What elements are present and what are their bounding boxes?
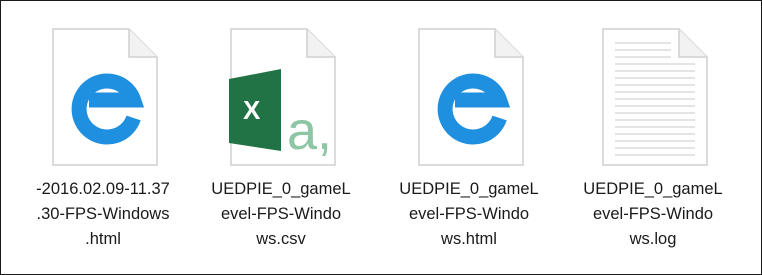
file-name-line: evel-FPS-Windo	[592, 205, 714, 223]
file-name-line: evel-FPS-Windo	[408, 205, 530, 223]
file-explorer-view: -2016.02.09-11.37 .30-FPS-Windows .html …	[0, 0, 762, 275]
file-name: UEDPIE_0_gameL evel-FPS-Windo ws.csv	[201, 177, 361, 252]
edge-html-file-icon	[418, 28, 524, 166]
text-log-file-icon	[602, 28, 708, 166]
file-name: UEDPIE_0_gameL evel-FPS-Windo ws.log	[573, 177, 733, 252]
file-name-line: ws.log	[629, 230, 677, 248]
file-name-line: UEDPIE_0_gameL	[399, 180, 539, 198]
file-name-line: ws.csv	[256, 230, 306, 248]
file-name-line: -2016.02.09-11.37	[36, 180, 170, 198]
svg-text:a,: a,	[287, 101, 332, 161]
file-item-html-2[interactable]: UEDPIE_0_gameL evel-FPS-Windo ws.html	[389, 1, 549, 274]
file-name-line: UEDPIE_0_gameL	[583, 180, 723, 198]
file-name-line: .html	[85, 230, 121, 248]
file-name: -2016.02.09-11.37 .30-FPS-Windows .html	[23, 177, 183, 252]
file-name-line: UEDPIE_0_gameL	[211, 180, 351, 198]
svg-text:X: X	[243, 95, 261, 125]
excel-csv-file-icon: X a,	[229, 28, 336, 166]
file-item-html-1[interactable]: -2016.02.09-11.37 .30-FPS-Windows .html	[23, 1, 183, 274]
file-name-line: evel-FPS-Windo	[220, 205, 342, 223]
file-item-csv[interactable]: X a, UEDPIE_0_gameL evel-FPS-Windo ws.cs…	[201, 1, 361, 274]
file-name-line: ws.html	[441, 230, 497, 248]
file-name-line: .30-FPS-Windows	[36, 205, 170, 223]
file-item-log[interactable]: UEDPIE_0_gameL evel-FPS-Windo ws.log	[573, 1, 733, 274]
edge-html-file-icon	[52, 28, 158, 166]
file-name: UEDPIE_0_gameL evel-FPS-Windo ws.html	[389, 177, 549, 252]
